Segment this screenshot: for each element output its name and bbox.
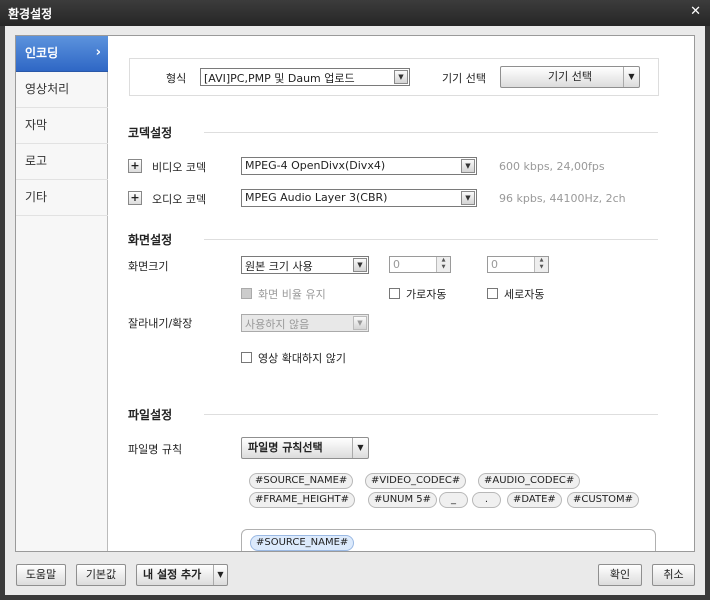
crop-label: 잘라내기/확장 — [128, 317, 193, 330]
help-button[interactable]: 도움말 — [16, 564, 66, 586]
tag-date[interactable]: #DATE# — [507, 492, 562, 508]
window-title: 환경설정 — [8, 7, 53, 21]
keep-ratio-checkbox[interactable] — [241, 288, 252, 299]
sidebar-item-label: 영상처리 — [25, 82, 70, 96]
video-codec-info: 600 kbps, 24,00fps — [499, 160, 605, 173]
default-button[interactable]: 기본값 — [76, 564, 126, 586]
tag-video-codec[interactable]: #VIDEO_CODEC# — [365, 473, 467, 489]
sidebar: 인코딩 › 영상처리 자막 로고 기타 — [16, 36, 108, 551]
ok-button[interactable]: 확인 — [598, 564, 642, 586]
chevron-right-icon: › — [95, 45, 101, 60]
chevron-down-icon: ▼ — [353, 258, 367, 272]
tag-unum[interactable]: #UNUM 5# — [368, 492, 438, 508]
cancel-button[interactable]: 취소 — [652, 564, 695, 586]
naming-rule-button[interactable]: 파일명 규칙선택 ▼ — [241, 437, 369, 459]
auto-height-checkbox[interactable] — [487, 288, 498, 299]
add-my-setting-button[interactable]: 내 설정 추가 ▼ — [136, 564, 228, 586]
screen-section-title: 화면설정 — [128, 233, 173, 247]
tag-dot[interactable]: . — [472, 492, 501, 508]
sidebar-item-subtitle[interactable]: 자막 — [16, 108, 108, 144]
format-select[interactable]: [AVI]PC,PMP 및 Daum 업로드 ▼ — [200, 68, 410, 86]
auto-width-label: 가로자동 — [406, 288, 447, 301]
sidebar-item-label: 로고 — [25, 154, 48, 168]
file-section-title: 파일설정 — [128, 408, 173, 422]
tag-underscore[interactable]: _ — [439, 492, 468, 508]
chevron-down-icon: ▼ — [352, 438, 368, 458]
video-codec-value: MPEG-4 OpenDivx(Divx4) — [245, 159, 386, 172]
plus-icon[interactable]: + — [128, 191, 142, 205]
audio-codec-label: 오디오 코덱 — [152, 193, 207, 206]
screen-size-label: 화면크기 — [128, 260, 169, 273]
format-box: 형식 [AVI]PC,PMP 및 Daum 업로드 ▼ 기기 선택 기기 선택 … — [129, 58, 659, 96]
file-divider — [204, 414, 658, 415]
format-label: 형식 — [166, 72, 187, 85]
chevron-down-icon: ▼ — [623, 67, 639, 87]
rule-tag-source-name[interactable]: #SOURCE_NAME# — [250, 535, 355, 551]
video-codec-label: 비디오 코덱 — [152, 161, 207, 174]
title-bar: 환경설정 ✕ — [0, 0, 710, 26]
tag-source-name[interactable]: #SOURCE_NAME# — [249, 473, 354, 489]
sidebar-item-label: 인코딩 — [25, 46, 59, 60]
sidebar-item-label: 자막 — [25, 118, 48, 132]
codec-section-title: 코덱설정 — [128, 126, 173, 140]
auto-width-checkbox[interactable] — [389, 288, 400, 299]
width-spinner[interactable]: 0 ▲ ▼ — [389, 256, 451, 273]
tag-frame-height[interactable]: #FRAME_HEIGHT# — [249, 492, 356, 508]
crop-select[interactable]: 사용하지 않음 ▼ — [241, 314, 369, 332]
add-my-setting-label: 내 설정 추가 — [143, 568, 202, 581]
screen-size-select[interactable]: 원본 크기 사용 ▼ — [241, 256, 369, 274]
codec-divider — [204, 132, 658, 133]
sidebar-item-encoding[interactable]: 인코딩 › — [16, 36, 108, 72]
naming-rule-label: 파일명 규칙 — [128, 443, 183, 456]
chevron-down-icon: ▼ — [353, 316, 367, 330]
device-select-button[interactable]: 기기 선택 ▼ — [500, 66, 640, 88]
dialog-frame: 인코딩 › 영상처리 자막 로고 기타 형식 [AVI]PC,PMP 및 Dau… — [5, 26, 705, 595]
spinner-arrows[interactable]: ▲ ▼ — [436, 257, 450, 272]
height-spinner[interactable]: 0 ▲ ▼ — [487, 256, 549, 273]
screen-size-value: 원본 크기 사용 — [245, 260, 313, 273]
no-enlarge-checkbox[interactable] — [241, 352, 252, 363]
height-value: 0 — [491, 258, 498, 271]
chevron-down-icon: ▼ — [213, 565, 227, 585]
sidebar-item-etc[interactable]: 기타 — [16, 180, 108, 216]
sidebar-item-logo[interactable]: 로고 — [16, 144, 108, 180]
no-enlarge-label: 영상 확대하지 않기 — [258, 352, 346, 365]
naming-rule-button-label: 파일명 규칙선택 — [248, 441, 323, 454]
chevron-down-icon: ▼ — [461, 159, 475, 173]
audio-codec-select[interactable]: MPEG Audio Layer 3(CBR) ▼ — [241, 189, 477, 207]
width-value: 0 — [393, 258, 400, 271]
tag-audio-codec[interactable]: #AUDIO_CODEC# — [478, 473, 581, 489]
format-value: [AVI]PC,PMP 및 Daum 업로드 — [204, 72, 355, 85]
audio-codec-info: 96 kpbs, 44100Hz, 2ch — [499, 192, 626, 205]
naming-rule-input[interactable]: #SOURCE_NAME# — [241, 529, 656, 551]
device-select-button-label: 기기 선택 — [548, 70, 592, 83]
keep-ratio-label: 화면 비율 유지 — [258, 288, 326, 301]
plus-icon[interactable]: + — [128, 159, 142, 173]
crop-value: 사용하지 않음 — [245, 318, 310, 331]
close-icon[interactable]: ✕ — [690, 4, 701, 19]
settings-window: 환경설정 ✕ 인코딩 › 영상처리 자막 로고 기타 형식 [AVI]PC,PM… — [0, 0, 710, 600]
main-panel: 형식 [AVI]PC,PMP 및 Daum 업로드 ▼ 기기 선택 기기 선택 … — [109, 36, 678, 551]
content-panel: 인코딩 › 영상처리 자막 로고 기타 형식 [AVI]PC,PMP 및 Dau… — [15, 35, 695, 552]
tag-custom[interactable]: #CUSTOM# — [567, 492, 640, 508]
auto-height-label: 세로자동 — [504, 288, 545, 301]
chevron-down-icon: ▼ — [461, 191, 475, 205]
sidebar-item-video-processing[interactable]: 영상처리 — [16, 72, 108, 108]
screen-divider — [204, 239, 658, 240]
video-codec-select[interactable]: MPEG-4 OpenDivx(Divx4) ▼ — [241, 157, 477, 175]
audio-codec-value: MPEG Audio Layer 3(CBR) — [245, 191, 388, 204]
spinner-arrows[interactable]: ▲ ▼ — [534, 257, 548, 272]
chevron-down-icon: ▼ — [394, 70, 408, 84]
device-label: 기기 선택 — [442, 72, 486, 85]
sidebar-item-label: 기타 — [25, 190, 48, 204]
